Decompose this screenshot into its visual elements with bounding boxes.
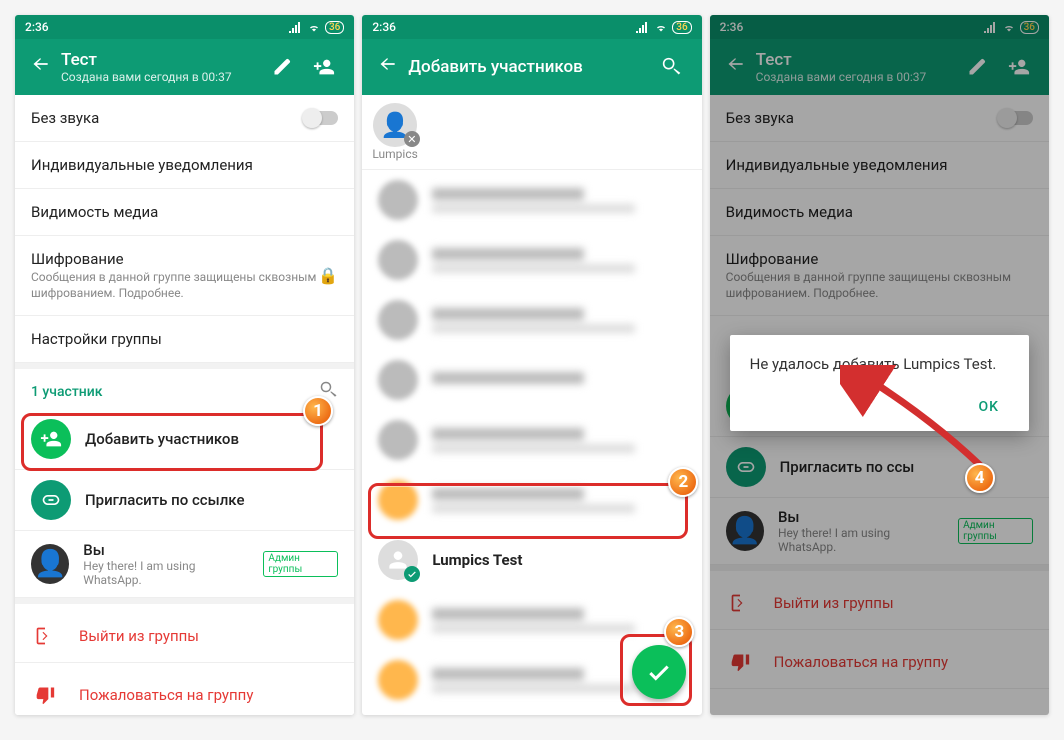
contact-row[interactable] — [362, 710, 701, 715]
header: Тест Создана вами сегодня в 00:37 — [15, 39, 354, 95]
report-label: Пожаловаться на группу — [79, 686, 253, 704]
row-encryption[interactable]: Шифрование Сообщения в данной группе защ… — [15, 236, 354, 316]
blurred-text — [432, 248, 685, 273]
search-icon — [662, 57, 682, 77]
row-invite-link[interactable]: Пригласить по ссылке — [15, 470, 354, 531]
participants-count: 1 участник — [31, 384, 103, 400]
avatar — [378, 420, 418, 460]
lock-icon: 🔒 — [318, 266, 338, 285]
add-person-button[interactable] — [306, 49, 342, 85]
avatar — [378, 240, 418, 280]
group-settings-label: Настройки группы — [31, 330, 162, 348]
participants-header: 1 участник — [15, 369, 354, 409]
encryption-sub: Сообщения в данной группе защищены сквоз… — [31, 270, 318, 301]
divider — [15, 598, 354, 604]
arrow-left-icon — [31, 54, 51, 74]
highlight-step-1 — [21, 413, 323, 471]
blurred-text — [432, 372, 685, 388]
avatar: 👤 — [31, 544, 69, 584]
blurred-text — [432, 608, 685, 633]
signal-icon — [636, 21, 650, 33]
status-time: 2:36 — [372, 20, 396, 34]
group-subtitle: Создана вами сегодня в 00:37 — [61, 70, 264, 84]
blurred-text — [432, 428, 685, 453]
arrow-left-icon — [378, 54, 398, 74]
avatar — [378, 360, 418, 400]
you-status: Hey there! I am using WhatsApp. — [83, 559, 249, 587]
row-custom-notifications[interactable]: Индивидуальные уведомления — [15, 142, 354, 189]
row-media-visibility[interactable]: Видимость медиа — [15, 189, 354, 236]
blurred-text — [432, 188, 685, 213]
wifi-icon — [307, 21, 321, 33]
back-button[interactable] — [21, 54, 61, 80]
header: Добавить участников — [362, 39, 701, 95]
status-icons: 36 — [636, 21, 691, 34]
group-title: Тест — [61, 50, 264, 70]
row-you[interactable]: 👤 Вы Hey there! I am using WhatsApp. Адм… — [15, 531, 354, 598]
contact-row[interactable] — [362, 290, 701, 350]
screen-add-participants: 2:36 36 Добавить участников 👤 ✕ Lumpics … — [362, 15, 701, 715]
exit-icon — [35, 626, 55, 646]
check-icon — [404, 566, 420, 582]
back-button[interactable] — [368, 54, 408, 80]
row-mute[interactable]: Без звука — [15, 95, 354, 142]
chip-name: Lumpics — [372, 147, 417, 161]
status-time: 2:36 — [25, 20, 49, 34]
row-exit-group[interactable]: Выйти из группы — [15, 610, 354, 663]
screen-group-info: 2:36 36 Тест Создана вами сегодня в 00:3… — [15, 15, 354, 715]
header-title: Добавить участников — [408, 57, 653, 77]
exit-label: Выйти из группы — [79, 627, 199, 645]
search-button[interactable] — [654, 49, 690, 85]
link-icon — [41, 490, 61, 510]
person-add-icon — [313, 56, 335, 78]
mute-label: Без звука — [31, 109, 99, 127]
wifi-icon — [654, 21, 668, 33]
thumb-down-icon — [35, 685, 55, 705]
remove-chip-icon[interactable]: ✕ — [404, 131, 420, 147]
signal-icon — [289, 21, 303, 33]
avatar — [378, 300, 418, 340]
battery-icon: 36 — [325, 21, 344, 34]
mute-toggle[interactable] — [304, 111, 338, 125]
highlight-step-2 — [368, 483, 688, 539]
contact-row-selected[interactable]: Lumpics Test — [362, 530, 701, 590]
selected-chips-row: 👤 ✕ Lumpics — [362, 95, 701, 170]
step-badge-1: 1 — [303, 396, 333, 426]
avatar — [378, 180, 418, 220]
avatar — [378, 600, 418, 640]
chip-selected-contact[interactable]: 👤 ✕ Lumpics — [372, 103, 417, 161]
status-icons: 36 — [289, 21, 344, 34]
edit-button[interactable] — [264, 49, 300, 85]
custom-notif-label: Индивидуальные уведомления — [31, 156, 253, 174]
selected-contact-name: Lumpics Test — [432, 551, 522, 569]
step-badge-4: 4 — [965, 463, 995, 493]
admin-badge: Админ группы — [263, 551, 338, 577]
status-bar: 2:36 36 — [362, 15, 701, 39]
header-title-block: Тест Создана вами сегодня в 00:37 — [61, 50, 264, 84]
media-vis-label: Видимость медиа — [31, 203, 158, 221]
contact-row[interactable] — [362, 230, 701, 290]
battery-icon: 36 — [672, 21, 691, 34]
avatar — [378, 660, 418, 700]
contact-row[interactable] — [362, 410, 701, 470]
row-group-settings[interactable]: Настройки группы — [15, 316, 354, 363]
status-bar: 2:36 36 — [15, 15, 354, 39]
contact-row[interactable] — [362, 350, 701, 410]
contact-row[interactable] — [362, 170, 701, 230]
screen-error-dialog: 2:36 36 Тест Создана вами сегодня в 00:3… — [710, 15, 1049, 715]
pencil-icon — [272, 57, 292, 77]
encryption-title: Шифрование — [31, 250, 318, 268]
blurred-text — [432, 308, 685, 333]
invite-link-label: Пригласить по ссылке — [85, 491, 245, 509]
row-report-group[interactable]: Пожаловаться на группу — [15, 669, 354, 715]
you-label: Вы — [83, 541, 249, 559]
link-icon-avatar — [31, 480, 71, 520]
